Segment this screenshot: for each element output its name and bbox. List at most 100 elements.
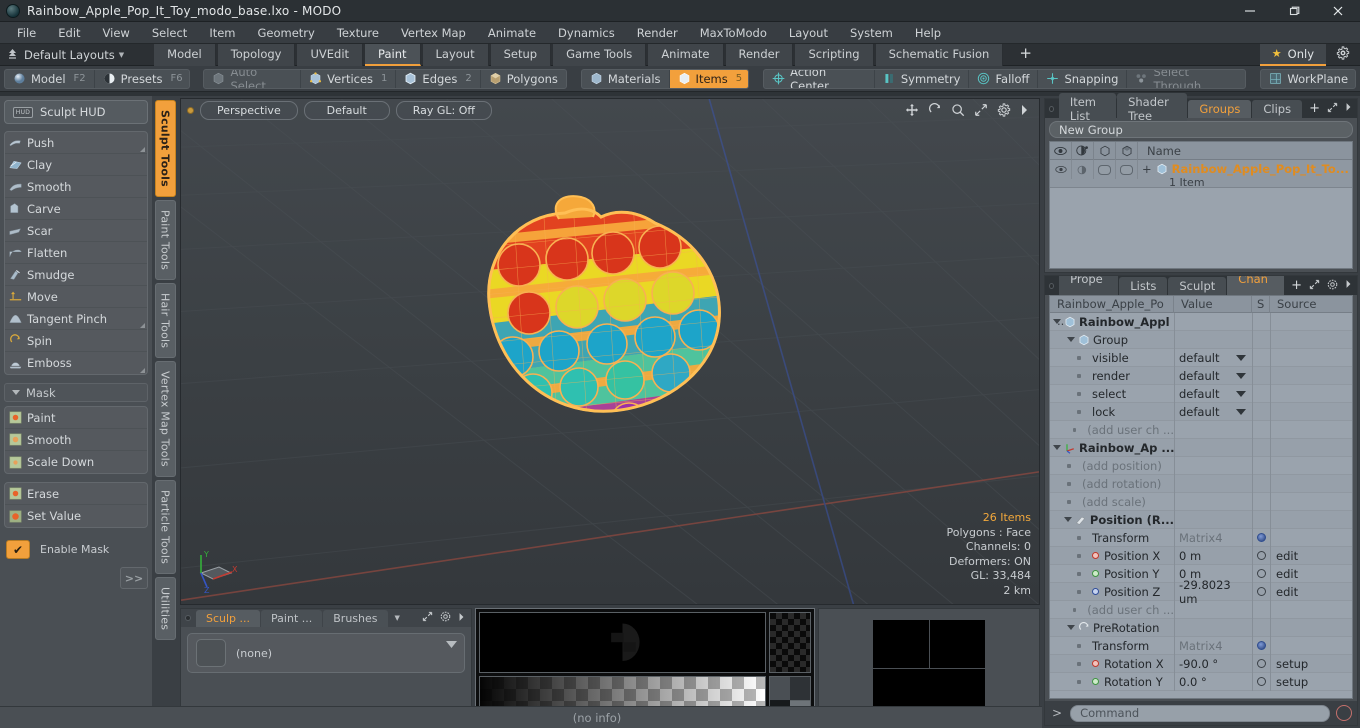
table-row[interactable]: Position X 0 m edit	[1050, 546, 1352, 565]
channel-label[interactable]: (add user ch ...	[1079, 423, 1174, 437]
menu-layout[interactable]: Layout	[778, 23, 839, 43]
mode-presets[interactable]: Presets F6	[95, 70, 189, 88]
menu-select[interactable]: Select	[141, 23, 198, 43]
panel-menu-dot-icon[interactable]	[1049, 282, 1055, 289]
table-row[interactable]: (add rotation)	[1050, 474, 1352, 493]
expand-icon[interactable]	[422, 611, 433, 625]
triangle-down-icon[interactable]	[1067, 625, 1075, 630]
fit-icon[interactable]	[974, 103, 988, 120]
tab-topology[interactable]: Topology	[217, 43, 296, 66]
tab-uvedit[interactable]: UVEdit	[297, 43, 364, 66]
menu-item[interactable]: Item	[198, 23, 246, 43]
chevron-down-icon[interactable]	[1236, 372, 1246, 379]
mode-select-through[interactable]: Select Through	[1127, 70, 1245, 88]
chevron-down-icon[interactable]: ▼	[119, 51, 134, 59]
table-row[interactable]: Position (R...	[1050, 510, 1352, 529]
bp-tab-paint[interactable]: Paint ...	[261, 609, 323, 627]
triangle-down-icon[interactable]	[1063, 517, 1072, 522]
bp-tabs-overflow-icon[interactable]: ▼	[389, 614, 406, 622]
table-row[interactable]: Position Z -29.8023 um edit	[1050, 578, 1352, 606]
channels-table[interactable]: Rainbow_Apple_Po ... Value S Source Rain…	[1049, 295, 1353, 699]
triangle-down-icon[interactable]	[1053, 445, 1061, 450]
expand-icon[interactable]	[1309, 279, 1320, 293]
tab-schematic-fusion[interactable]: Schematic Fusion	[875, 43, 1004, 66]
menu-texture[interactable]: Texture	[326, 23, 390, 43]
chevron-right-icon[interactable]	[1345, 102, 1352, 115]
tab-lists[interactable]: Lists	[1119, 276, 1168, 295]
viewport-menu-dot-icon[interactable]	[187, 106, 194, 114]
channel-state-icon[interactable]	[1257, 587, 1266, 596]
row-eye-toggle[interactable]	[1050, 160, 1072, 179]
groups-list[interactable]: Name + Rainbow_Apple_Pop_It_To... 1 Item	[1049, 141, 1353, 269]
triangle-down-icon[interactable]	[1067, 337, 1075, 342]
channel-state-icon[interactable]	[1257, 677, 1266, 686]
mode-falloff[interactable]: Falloff	[969, 69, 1039, 88]
gear-icon[interactable]	[440, 611, 451, 625]
mode-workplane[interactable]: WorkPlane	[1261, 70, 1355, 88]
tab-item-list[interactable]: Item List	[1058, 92, 1117, 125]
table-row[interactable]: Rotation X -90.0 ° setup	[1050, 654, 1352, 673]
table-row[interactable]: Rainbow_Appl ...	[1050, 312, 1352, 331]
tool-tangent-pinch[interactable]: Tangent Pinch	[5, 308, 147, 330]
menu-file[interactable]: File	[6, 23, 47, 43]
table-row[interactable]: select default	[1050, 384, 1352, 403]
more-options-corner-icon[interactable]	[140, 323, 145, 328]
tool-carve[interactable]: Carve	[5, 198, 147, 220]
mode-items[interactable]: Items 5	[669, 69, 749, 88]
record-icon[interactable]	[1336, 705, 1352, 721]
panel-menu-dot-icon[interactable]	[185, 615, 191, 622]
menu-render[interactable]: Render	[626, 23, 689, 43]
table-row[interactable]: (add user ch ...	[1050, 420, 1352, 439]
tab-game-tools[interactable]: Game Tools	[553, 43, 647, 66]
rotate-icon[interactable]	[928, 103, 942, 120]
zoom-icon[interactable]	[951, 103, 965, 120]
bp-tab-sculpt[interactable]: Sculp ...	[196, 609, 261, 627]
channel-label[interactable]: (add rotation)	[1074, 477, 1161, 491]
sculpt-preset-selector[interactable]: (none)	[187, 633, 465, 674]
vtab-utilities[interactable]: Utilities	[154, 577, 176, 641]
add-channels-tab-button[interactable]: +	[1285, 279, 1308, 292]
brush-tile[interactable]	[929, 620, 985, 668]
gear-state-icon[interactable]	[1257, 533, 1266, 542]
tool-emboss[interactable]: Emboss	[5, 352, 147, 374]
tab-animate[interactable]: Animate	[648, 43, 724, 66]
vtab-hair-tools[interactable]: Hair Tools	[154, 282, 176, 359]
channel-value[interactable]: default	[1179, 369, 1219, 383]
add-panel-tab-button[interactable]: +	[1303, 102, 1326, 115]
tab-layout[interactable]: Layout	[422, 43, 489, 66]
vtab-vertex-map-tools[interactable]: Vertex Map Tools	[154, 361, 176, 477]
tool-push[interactable]: Push	[5, 132, 147, 154]
tool-clay[interactable]: Clay	[5, 154, 147, 176]
menu-edit[interactable]: Edit	[47, 23, 91, 43]
tab-groups[interactable]: Groups	[1188, 99, 1252, 118]
brush-tile[interactable]	[873, 620, 929, 668]
mode-action-center[interactable]: Action Center	[764, 69, 875, 88]
chevron-down-icon[interactable]	[1236, 390, 1246, 397]
viewport-shading-button[interactable]: Default	[303, 100, 390, 120]
table-row[interactable]: (add position)	[1050, 456, 1352, 475]
vtab-paint-tools[interactable]: Paint Tools	[154, 199, 176, 280]
mode-materials[interactable]: Materials	[582, 69, 670, 88]
default-layouts-label[interactable]: Default Layouts	[24, 48, 119, 62]
row-select-toggle[interactable]	[1116, 160, 1138, 179]
render-icon[interactable]	[1072, 141, 1094, 160]
tab-shader-tree[interactable]: Shader Tree	[1117, 92, 1188, 125]
mask-tool-erase[interactable]: Erase	[5, 483, 147, 505]
triangle-down-icon[interactable]	[1053, 319, 1061, 324]
mode-auto-select[interactable]: Auto Select	[204, 69, 302, 88]
viewport-3d[interactable]: Perspective Default Ray GL: Off 26 Items…	[180, 98, 1040, 606]
mode-edges[interactable]: Edges 2	[396, 69, 481, 88]
gear-state-icon[interactable]	[1257, 641, 1266, 650]
channel-label[interactable]: (add user ch ...	[1079, 603, 1174, 617]
table-row[interactable]: PreRotation	[1050, 618, 1352, 637]
sculpt-hud-button[interactable]: HUD Sculpt HUD	[4, 100, 148, 124]
channel-state-icon[interactable]	[1257, 569, 1266, 578]
close-button[interactable]	[1316, 0, 1360, 22]
maximize-button[interactable]	[1272, 0, 1316, 22]
table-row[interactable]: Rainbow_Ap ...	[1050, 438, 1352, 457]
viewport-view-mode-button[interactable]: Perspective	[200, 100, 298, 120]
mode-snapping[interactable]: Snapping	[1038, 69, 1128, 88]
tool-move[interactable]: Move	[5, 286, 147, 308]
chevron-right-icon[interactable]	[458, 612, 465, 625]
tool-flatten[interactable]: Flatten	[5, 242, 147, 264]
